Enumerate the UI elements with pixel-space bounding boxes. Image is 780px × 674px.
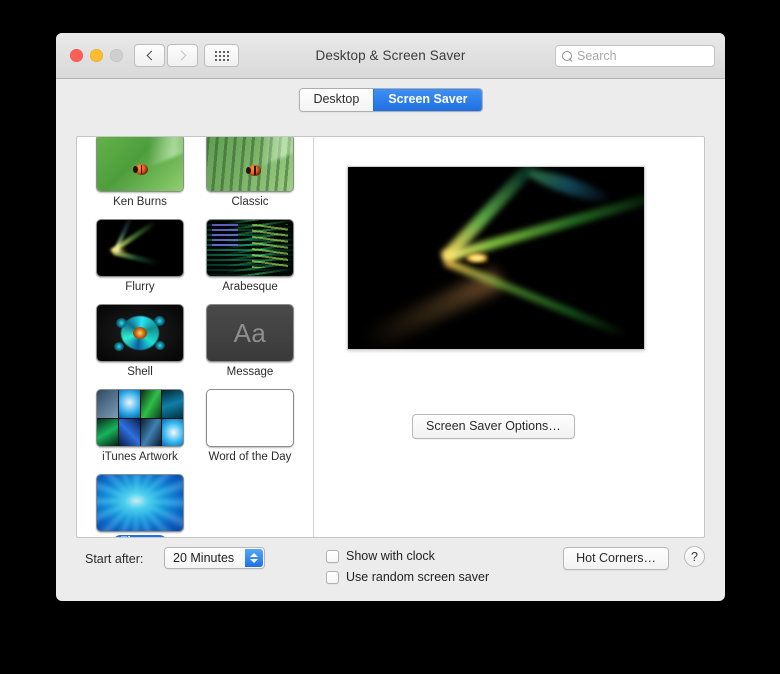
saver-label: Flurry+: [113, 535, 167, 537]
hot-corners-button[interactable]: Hot Corners…: [563, 547, 669, 570]
screen-saver-preview[interactable]: [347, 166, 645, 350]
saver-item-arabesque[interactable]: Arabesque: [195, 219, 305, 295]
saver-thumbnail: [206, 219, 294, 277]
preview-pane: Screen Saver Options…: [314, 137, 704, 537]
saver-label: Word of the Day: [208, 451, 292, 463]
saver-item-ken-burns[interactable]: Ken Burns: [85, 137, 195, 210]
saver-thumbnail: [96, 219, 184, 277]
search-field[interactable]: [555, 45, 715, 67]
show-with-clock-label: Show with clock: [346, 549, 435, 563]
window-titlebar: Desktop & Screen Saver: [56, 33, 725, 79]
start-after-label: Start after:: [85, 552, 144, 566]
start-after-popup[interactable]: 20 Minutes: [164, 547, 265, 569]
saver-item-classic[interactable]: Classic: [195, 137, 305, 210]
saver-label: Flurry: [125, 281, 155, 293]
saver-item-itunes-artwork[interactable]: iTunes Artwork: [85, 389, 195, 465]
tab-screen-saver[interactable]: Screen Saver: [373, 89, 482, 111]
saver-thumbnail: [96, 389, 184, 447]
saver-thumbnail: [96, 137, 184, 192]
saver-thumbnail: [96, 304, 184, 362]
saver-item-flurry-plus[interactable]: Flurry+: [85, 474, 195, 537]
saver-thumbnail: graphy lexicog abulary voca: [206, 389, 294, 447]
use-random-screen-saver-checkbox[interactable]: Use random screen saver: [326, 570, 489, 584]
content-panel: Ken Burns Classic Flurry Arabesque Shell…: [76, 136, 705, 538]
use-random-label: Use random screen saver: [346, 570, 490, 584]
saver-item-flurry[interactable]: Flurry: [85, 219, 195, 295]
saver-thumbnail: [96, 474, 184, 532]
saver-label: Message: [226, 366, 274, 378]
help-button[interactable]: ?: [684, 546, 705, 567]
tab-bar: Desktop Screen Saver: [56, 79, 725, 115]
bottom-controls: Start after: 20 Minutes Show with clock …: [56, 545, 725, 601]
start-after-value: 20 Minutes: [173, 551, 235, 565]
saver-label: Ken Burns: [113, 196, 167, 208]
search-input[interactable]: [577, 49, 707, 63]
tab-desktop[interactable]: Desktop: [299, 89, 374, 111]
saver-thumbnail: Aa: [206, 304, 294, 362]
checkbox-icon: [326, 549, 339, 563]
saver-item-word-of-the-day[interactable]: graphy lexicog abulary voca Word of the …: [195, 389, 305, 465]
message-sample-text: Aa: [233, 317, 267, 348]
saver-label: Arabesque: [222, 281, 278, 293]
search-icon: [562, 50, 573, 62]
show-with-clock-checkbox[interactable]: Show with clock: [326, 549, 435, 563]
stepper-arrows-icon[interactable]: [245, 549, 263, 567]
saver-item-shell[interactable]: Shell: [85, 304, 195, 380]
checkbox-icon: [326, 570, 339, 584]
preferences-window: Desktop & Screen Saver Desktop Screen Sa…: [56, 33, 725, 601]
saver-label: Classic: [231, 196, 269, 208]
screen-saver-list[interactable]: Ken Burns Classic Flurry Arabesque Shell…: [77, 137, 314, 537]
saver-thumbnail: [206, 137, 294, 192]
saver-label: iTunes Artwork: [102, 451, 178, 463]
saver-item-message[interactable]: Aa Message: [195, 304, 305, 380]
saver-label: Shell: [127, 366, 153, 378]
screen-saver-options-button[interactable]: Screen Saver Options…: [412, 414, 575, 439]
